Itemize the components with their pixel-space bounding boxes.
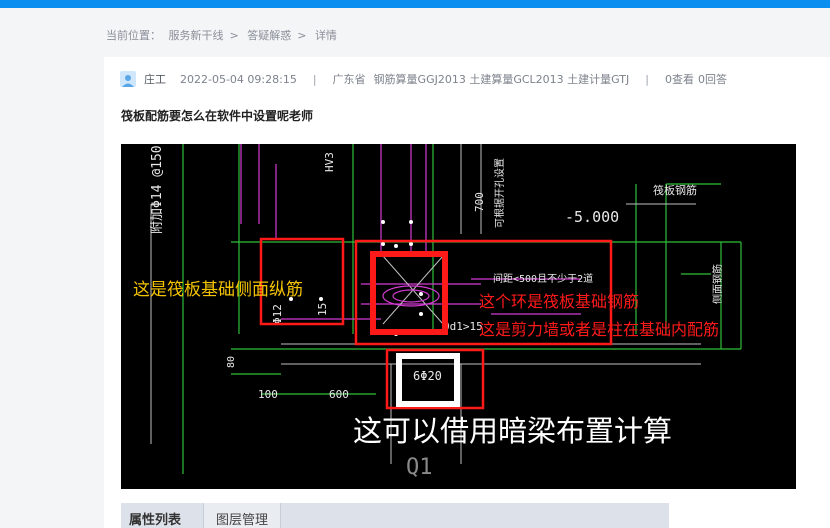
cad-text-100: 100 <box>258 388 278 401</box>
cad-text-elevation: -5.000 <box>565 208 619 226</box>
cad-text-rebar-20: 6Φ20 <box>413 369 442 383</box>
post-time: 2022-05-04 09:28:15 <box>180 72 297 86</box>
user-icon <box>122 75 134 87</box>
top-accent-bar <box>0 0 830 8</box>
tab-property-list: 属性列表 <box>129 513 182 528</box>
annotation-raft-rebar: 这个环是筏板基础钢筋 <box>479 292 640 311</box>
cad-text-15: 15 <box>316 303 329 316</box>
meta-divider: | <box>312 72 317 86</box>
cad-text-600: 600 <box>329 388 349 401</box>
breadcrumb: 当前位置： 服务新干线 > 答疑解惑 > 详情 <box>106 27 341 43</box>
cad-text-od1: 0d1>15 <box>443 320 483 333</box>
tab-layer-management: 图层管理 <box>203 503 282 528</box>
post-meta: 庄工 2022-05-04 09:28:15 | 广东省 钢筋算量GGJ2013… <box>120 71 731 87</box>
cad-text-note: 可根据开孔设置 <box>493 158 506 228</box>
breadcrumb-item-qa[interactable]: 答疑解惑 <box>247 29 291 42</box>
breadcrumb-separator: > <box>297 29 307 42</box>
annotation-hidden-beam: 这可以借用暗梁布置计算 <box>353 414 673 448</box>
cad-text-side: 侧面钢筋 <box>711 264 724 304</box>
breadcrumb-label: 当前位置： <box>106 29 161 42</box>
breadcrumb-separator: > <box>229 29 239 42</box>
breadcrumb-item-service[interactable]: 服务新干线 <box>169 29 224 42</box>
avatar[interactable] <box>120 71 136 87</box>
second-image-preview: 属性列表 图层管理 <box>121 503 669 528</box>
cad-text-raft-label: 筏板钢筋 <box>653 183 697 197</box>
view-count: 0查看 <box>664 73 694 86</box>
breadcrumb-item-detail: 详情 <box>314 29 337 42</box>
post-title: 筏板配筋要怎么在软件中设置呢老师 <box>121 109 314 123</box>
cad-text-rebar-left: 附加Φ14 @150 <box>150 145 165 234</box>
cad-text-80: 80 <box>226 356 237 368</box>
annotation-side-bars: 这是筏板基础侧面纵筋 <box>133 280 303 300</box>
cad-text-phi12: Φ12 <box>271 304 284 324</box>
author-name[interactable]: 庄工 <box>144 71 166 87</box>
meta-divider: | <box>645 72 649 86</box>
post-software: 钢筋算量GGJ2013 土建算量GCL2013 土建计量GTJ <box>373 73 630 86</box>
post-province: 广东省 <box>332 73 366 86</box>
cad-text-hv: HV3 <box>323 152 336 172</box>
cad-text-700: 700 <box>473 192 486 212</box>
annotation-wall-rebar: 这是剪力墙或者是柱在基础内配筋 <box>479 320 720 339</box>
cad-text-q1: Q1 <box>406 455 433 480</box>
cad-text-spacing: 间距<500且不少于2道 <box>493 272 593 285</box>
post-card: 庄工 2022-05-04 09:28:15 | 广东省 钢筋算量GGJ2013… <box>104 57 830 528</box>
answer-count: 0回答 <box>697 73 727 86</box>
cad-screenshot: 附加Φ14 @150 HV3 700 可根据开孔设置 -5.000 筏板钢筋 间… <box>121 144 796 489</box>
